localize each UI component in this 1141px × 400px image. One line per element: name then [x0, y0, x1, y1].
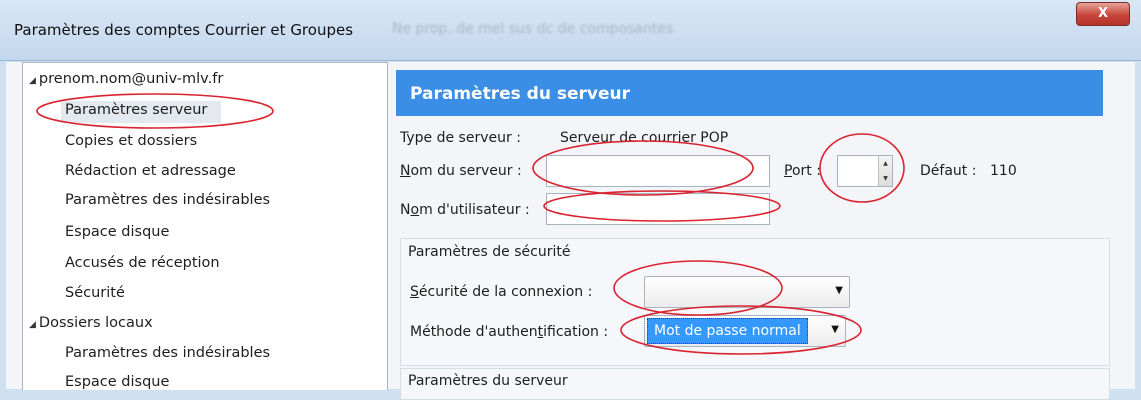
- chevron-down-icon[interactable]: ▼: [831, 324, 839, 335]
- port-input[interactable]: ▲ ▼: [837, 155, 893, 187]
- tree-item-security[interactable]: Sécurité: [65, 285, 125, 301]
- panel-header-title: Paramètres du serveur: [410, 84, 630, 104]
- window-titlebar: Paramètres des comptes Courrier et Group…: [0, 0, 1141, 61]
- server-name-input[interactable]: [546, 155, 770, 187]
- port-label: Port :: [784, 163, 821, 179]
- auth-method-select[interactable]: Mot de passe normal ▼: [644, 315, 846, 347]
- username-label: Nom d'utilisateur :: [400, 202, 530, 218]
- port-spinner[interactable]: ▲ ▼: [878, 156, 892, 186]
- auth-method-label: Méthode d'authentification :: [410, 324, 609, 340]
- dialog-content: ◢ prenom.nom@univ-mlv.fr Paramètres serve…: [6, 62, 1135, 400]
- username-input[interactable]: [546, 193, 770, 225]
- server-type-label: Type de serveur :: [400, 130, 521, 146]
- default-port-value: 110: [990, 163, 1017, 179]
- tree-item-copies-folders[interactable]: Copies et dossiers: [65, 133, 197, 149]
- tree-node-account-label: prenom.nom@univ-mlv.fr: [38, 71, 224, 87]
- tree-node-account[interactable]: ◢ prenom.nom@univ-mlv.fr: [29, 71, 223, 87]
- tree-item-local-disk-space[interactable]: Espace disque: [65, 374, 169, 390]
- default-port-label: Défaut :: [920, 163, 977, 179]
- spin-up-icon[interactable]: ▲: [879, 156, 892, 171]
- tree-item-local-junk-settings[interactable]: Paramètres des indésirables: [65, 345, 270, 361]
- tree-item-disk-space[interactable]: Espace disque: [65, 224, 169, 240]
- auth-method-value: Mot de passe normal: [647, 318, 808, 344]
- tree-item-return-receipts[interactable]: Accusés de réception: [65, 255, 220, 271]
- close-button[interactable]: X: [1076, 2, 1130, 26]
- chevron-down-icon[interactable]: ▼: [835, 285, 843, 296]
- expand-arrow-icon[interactable]: ◢: [29, 76, 36, 86]
- tree-node-local-folders-label: Dossiers locaux: [38, 315, 153, 331]
- server-type-value: Serveur de courrier POP: [560, 130, 729, 146]
- connection-security-select[interactable]: ▼: [644, 276, 850, 308]
- window-title: Paramètres des comptes Courrier et Group…: [14, 21, 354, 39]
- tree-item-server-settings[interactable]: Paramètres serveur: [65, 102, 207, 118]
- panel-header: Paramètres du serveur: [396, 70, 1103, 116]
- settings-panel: Paramètres du serveur Type de serveur : …: [396, 62, 1135, 400]
- server-name-label: Nom du serveur :: [400, 163, 522, 179]
- tree-item-composition[interactable]: Rédaction et adressage: [65, 163, 236, 179]
- connection-security-label: Sécurité de la connexion :: [410, 284, 593, 300]
- spin-down-icon[interactable]: ▼: [879, 171, 892, 186]
- tree-node-local-folders[interactable]: ◢ Dossiers locaux: [29, 315, 153, 331]
- security-group-title: Paramètres de sécurité: [408, 244, 571, 260]
- tree-item-junk-settings[interactable]: Paramètres des indésirables: [65, 192, 270, 208]
- faded-title-text: Ne prop. de mel sus dc de composantes: [392, 21, 674, 37]
- account-tree[interactable]: ◢ prenom.nom@univ-mlv.fr Paramètres serve…: [22, 62, 388, 390]
- expand-arrow-icon[interactable]: ◢: [29, 320, 36, 330]
- server-group-title: Paramètres du serveur: [408, 373, 568, 389]
